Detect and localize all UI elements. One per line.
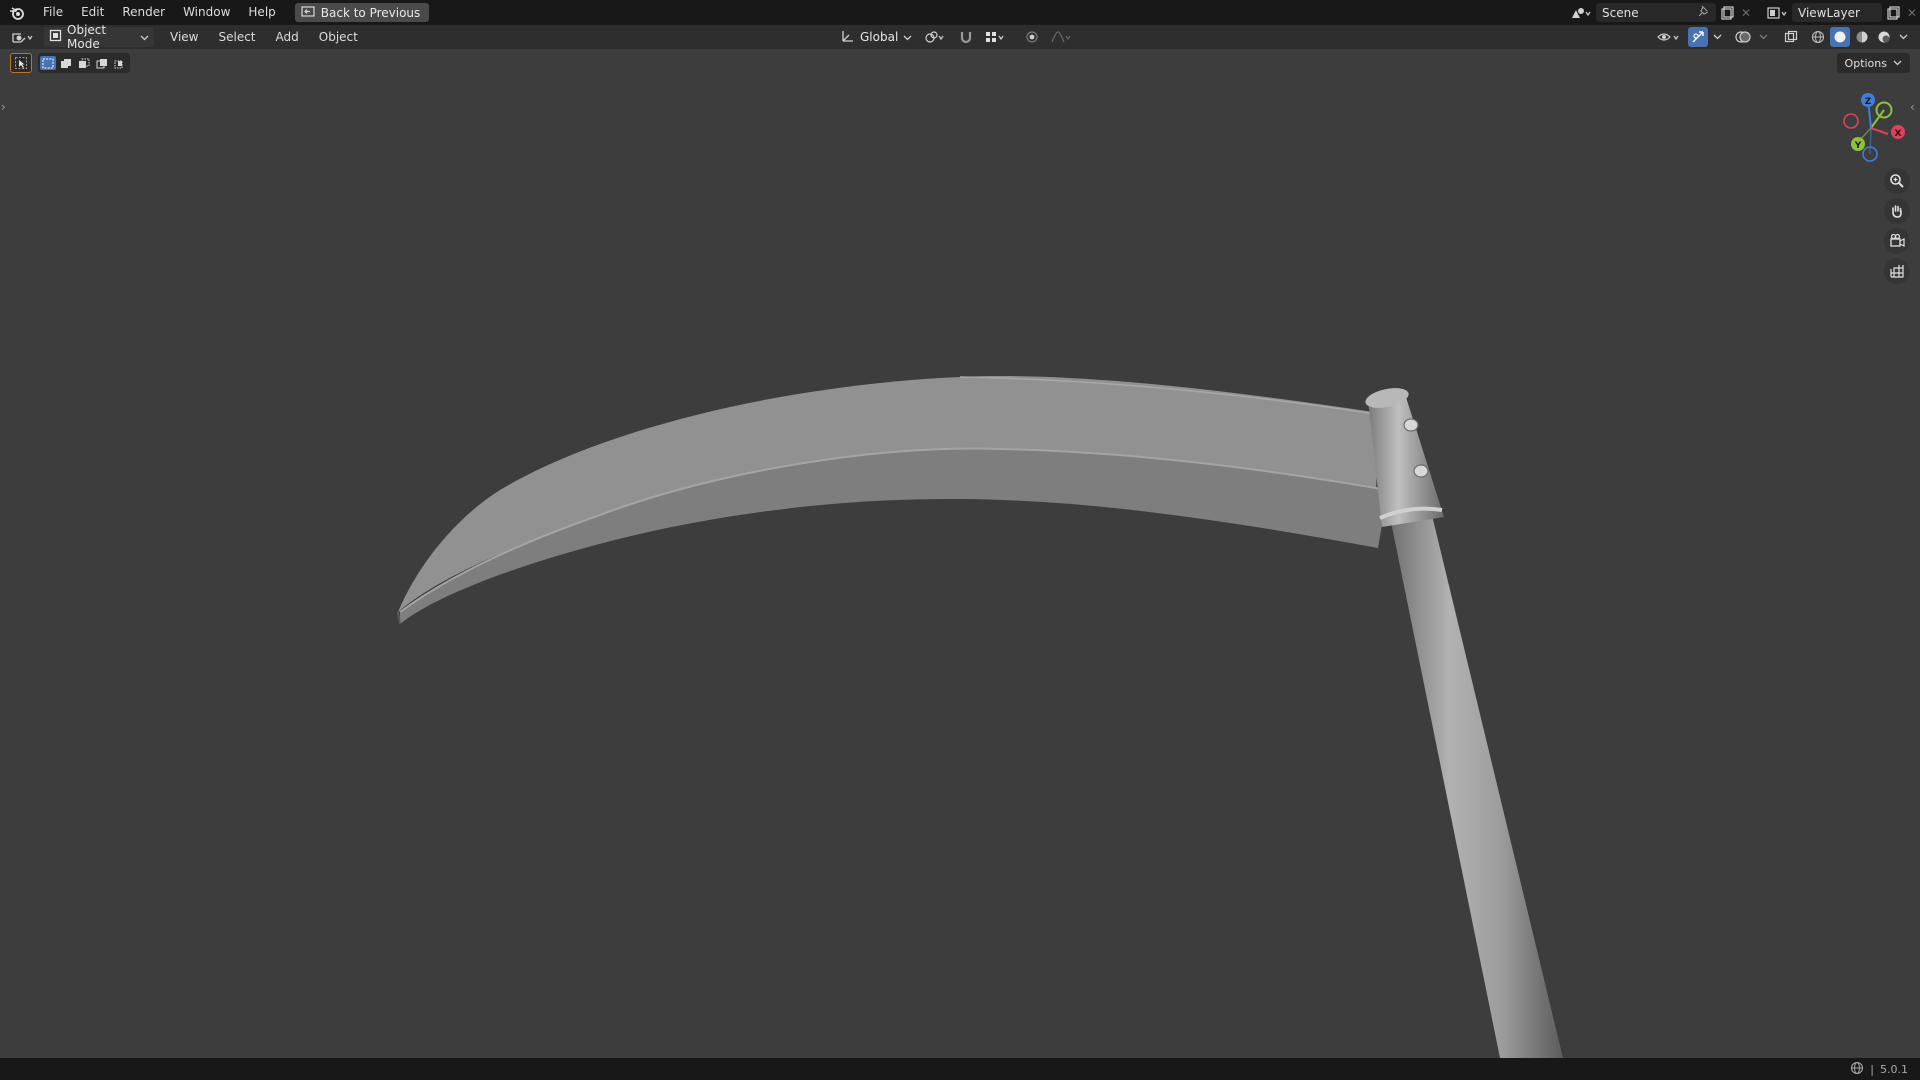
shading-solid-icon[interactable] bbox=[1830, 27, 1850, 47]
menu-view[interactable]: View bbox=[160, 30, 208, 44]
menu-select[interactable]: Select bbox=[208, 30, 265, 44]
menu-render[interactable]: Render bbox=[113, 0, 174, 25]
scene-name: Scene bbox=[1602, 5, 1639, 20]
viewport-display-tools bbox=[1654, 25, 1910, 49]
shading-dropdown-chevron-icon[interactable] bbox=[1896, 27, 1910, 47]
pin-icon[interactable] bbox=[1698, 5, 1710, 20]
top-menu-bar: File Edit Render Window Help Back to Pre… bbox=[0, 0, 1920, 25]
shading-wireframe-icon[interactable] bbox=[1808, 27, 1828, 47]
scythe-handle bbox=[1388, 507, 1563, 1058]
scene-viewlayer-group: Scene ✕ ViewLayer ✕ bbox=[1566, 0, 1920, 25]
status-bar: | 5.0.1 bbox=[0, 1058, 1920, 1080]
viewport-3d-scene[interactable] bbox=[0, 49, 1920, 1058]
back-icon bbox=[301, 5, 315, 20]
back-to-previous-button[interactable]: Back to Previous bbox=[294, 3, 430, 22]
gizmo-toggle-icon[interactable] bbox=[1688, 27, 1708, 47]
snap-increment-icon[interactable] bbox=[981, 27, 1011, 47]
zoom-icon[interactable] bbox=[1884, 168, 1910, 194]
gizmo-neg-x-icon[interactable] bbox=[1843, 113, 1859, 129]
overlays-dropdown-chevron-icon[interactable] bbox=[1756, 27, 1770, 47]
language-globe-icon[interactable] bbox=[1850, 1061, 1864, 1078]
transform-orientation-label: Global bbox=[860, 30, 899, 44]
delete-viewlayer-icon[interactable]: ✕ bbox=[1904, 3, 1920, 23]
visibility-eye-icon[interactable] bbox=[1654, 27, 1686, 47]
editor-type-icon[interactable] bbox=[6, 27, 40, 47]
overlays-icon[interactable] bbox=[1732, 27, 1754, 47]
menu-add[interactable]: Add bbox=[266, 30, 309, 44]
viewport-header: Object Mode View Select Add Object Globa… bbox=[0, 23, 1920, 51]
viewlayer-name-field[interactable]: ViewLayer bbox=[1792, 3, 1882, 22]
scythe-blade bbox=[397, 375, 1389, 625]
new-scene-icon[interactable] bbox=[1716, 3, 1738, 23]
camera-view-icon[interactable] bbox=[1884, 228, 1910, 254]
blender-logo-icon[interactable] bbox=[0, 0, 34, 25]
blender-version: 5.0.1 bbox=[1880, 1062, 1908, 1076]
viewlayer-browse-icon[interactable] bbox=[1762, 3, 1792, 23]
pan-hand-icon[interactable] bbox=[1884, 198, 1910, 224]
scene-name-field[interactable]: Scene bbox=[1596, 3, 1716, 22]
viewlayer-name: ViewLayer bbox=[1798, 5, 1860, 20]
back-button-label: Back to Previous bbox=[320, 5, 421, 20]
menu-help[interactable]: Help bbox=[239, 0, 284, 25]
scene-browse-icon[interactable] bbox=[1566, 3, 1596, 23]
gizmo-z-label: Z bbox=[1865, 97, 1872, 107]
delete-scene-icon[interactable]: ✕ bbox=[1738, 3, 1754, 23]
gizmo-y-label: Y bbox=[1854, 141, 1862, 151]
menu-object[interactable]: Object bbox=[309, 30, 368, 44]
transform-tools: Global bbox=[836, 25, 1077, 49]
new-viewlayer-icon[interactable] bbox=[1882, 3, 1904, 23]
falloff-curve-icon[interactable] bbox=[1047, 27, 1077, 47]
object-mode-label: Object Mode bbox=[67, 23, 107, 51]
xray-toggle-icon[interactable] bbox=[1780, 27, 1802, 47]
chevron-down-icon bbox=[903, 30, 912, 44]
orientation-axes-icon bbox=[841, 29, 855, 46]
transform-orientation-dropdown[interactable]: Global bbox=[836, 27, 917, 47]
pivot-point-icon[interactable] bbox=[921, 27, 951, 47]
gizmo-x-label: X bbox=[1895, 129, 1902, 139]
gizmo-dropdown-chevron-icon[interactable] bbox=[1710, 27, 1724, 47]
object-mode-dropdown[interactable]: Object Mode bbox=[44, 23, 154, 51]
object-mode-icon bbox=[49, 29, 62, 45]
proportional-editing-icon[interactable] bbox=[1021, 27, 1043, 47]
status-separator: | bbox=[1870, 1062, 1874, 1076]
menu-edit[interactable]: Edit bbox=[72, 0, 113, 25]
menu-window[interactable]: Window bbox=[174, 0, 239, 25]
snap-magnet-icon[interactable] bbox=[955, 27, 977, 47]
shading-material-icon[interactable] bbox=[1852, 27, 1872, 47]
navigation-gizmo[interactable]: Y Z X bbox=[1836, 88, 1908, 164]
orthographic-grid-icon[interactable] bbox=[1884, 258, 1910, 284]
shading-rendered-icon[interactable] bbox=[1874, 27, 1894, 47]
menu-file[interactable]: File bbox=[34, 0, 72, 25]
chevron-down-icon bbox=[140, 30, 149, 44]
